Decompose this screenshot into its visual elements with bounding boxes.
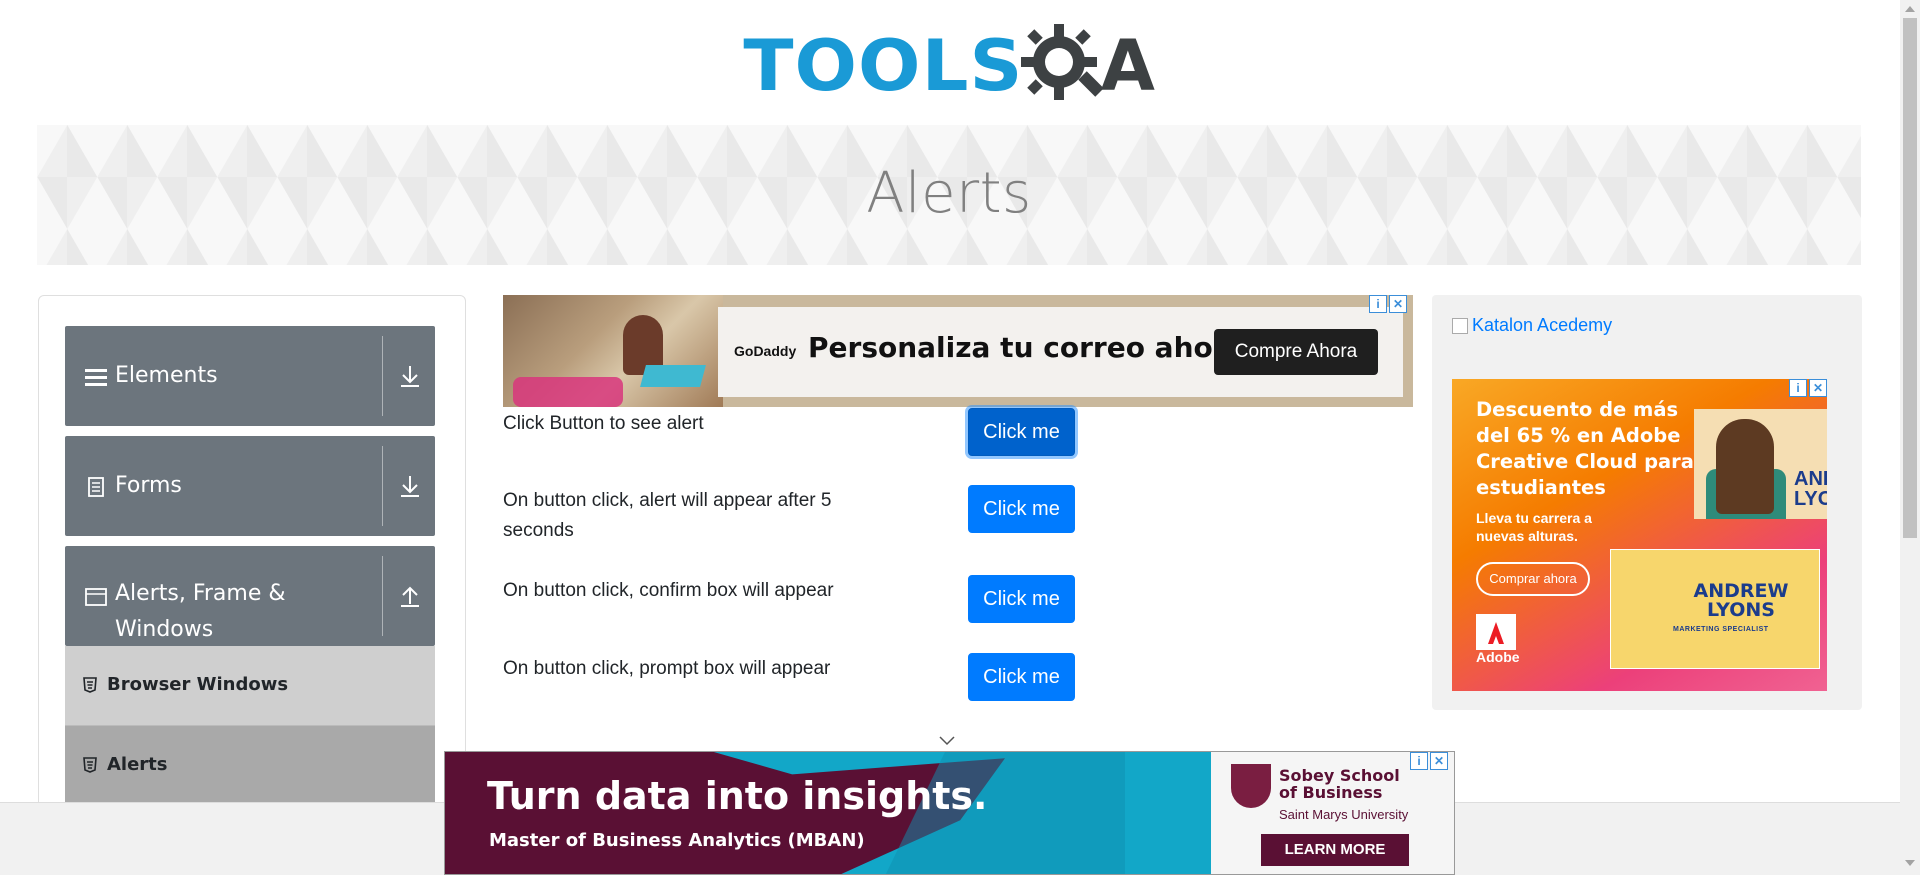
sobey-ad-banner[interactable]: Turn data into insights. Master of Busin… xyxy=(444,751,1455,875)
timer-alert-button[interactable]: Click me xyxy=(968,485,1075,533)
adobe-ad-subtext: Lleva tu carrera a nuevas alturas. xyxy=(1476,510,1592,544)
sidebar-group-alerts-frame-windows[interactable]: Alerts, Frame & Windows xyxy=(65,546,435,646)
school-name-line2: of Business xyxy=(1279,783,1383,802)
business-card-name: ANDREW LYONS xyxy=(1693,580,1789,621)
university-name: Saint Marys University xyxy=(1279,807,1409,822)
scrollbar-thumb[interactable] xyxy=(1903,18,1917,538)
sobey-crest-icon xyxy=(1231,764,1271,808)
sobey-ad-headline: Turn data into insights. xyxy=(487,774,988,818)
sidebar-item-alerts[interactable]: Alerts xyxy=(65,726,435,806)
ad-close-icon[interactable]: ✕ xyxy=(1389,295,1407,313)
adobe-logo-icon xyxy=(1476,614,1516,650)
sidebar-item-browser-windows[interactable]: Browser Windows xyxy=(65,646,435,726)
timer-alert-row-label: On button click, alert will appear after… xyxy=(503,490,832,541)
sidebar-group-forms[interactable]: Forms xyxy=(65,436,435,536)
alert-button[interactable]: Click me xyxy=(968,408,1075,456)
chevron-down-icon[interactable] xyxy=(937,733,957,747)
adobe-ad-side-name: AND LYO xyxy=(1794,468,1827,510)
godaddy-logo: GoDaddy xyxy=(734,343,797,359)
toolsqa-logo[interactable]: TOOLS A xyxy=(743,18,1155,114)
html5-icon xyxy=(83,757,97,773)
ad-headline: Personaliza tu correo ahora xyxy=(808,331,1246,364)
page-title: Alerts xyxy=(866,161,1032,226)
divider xyxy=(382,336,383,416)
right-ad-column: Katalon Acedemy Descuento de más del 65 … xyxy=(1432,295,1862,710)
sobey-school-name: Sobey School of Business xyxy=(1279,767,1400,801)
confirm-button[interactable]: Click me xyxy=(968,575,1075,623)
divider xyxy=(382,446,383,526)
ad-info-icon[interactable]: i xyxy=(1789,379,1807,397)
sidebar-item-label: Browser Windows xyxy=(107,674,289,695)
sidebar: Elements Forms Alerts, Frame & Windows B… xyxy=(38,295,466,875)
godaddy-ad-banner[interactable]: GoDaddy Personaliza tu correo ahora Comp… xyxy=(503,295,1413,407)
learn-more-button[interactable]: LEARN MORE xyxy=(1261,834,1409,866)
sidebar-group-label: Elements xyxy=(115,363,218,388)
ad-cta-button[interactable]: Compre Ahora xyxy=(1214,329,1378,375)
alert-row-label: Click Button to see alert xyxy=(503,413,704,434)
sidebar-group-label: Forms xyxy=(115,473,182,498)
ad-choices[interactable]: i ✕ xyxy=(1369,295,1407,313)
scroll-down-arrow-icon[interactable] xyxy=(1905,860,1915,866)
html5-icon xyxy=(83,677,97,693)
prompt-row-label: On button click, prompt box will appear xyxy=(503,658,831,679)
document-icon xyxy=(88,477,104,497)
ad-photo-fabric xyxy=(513,377,623,407)
logo-text-a: A xyxy=(1100,25,1155,107)
adobe-ad-headline: Descuento de más del 65 % en Adobe Creat… xyxy=(1476,398,1694,499)
ad-choices[interactable]: i ✕ xyxy=(1410,752,1448,770)
school-name-line1: Sobey School xyxy=(1279,766,1400,785)
scroll-up-arrow-icon[interactable] xyxy=(1905,6,1915,12)
adobe-brand-label: Adobe xyxy=(1476,649,1520,665)
ad-close-icon[interactable]: ✕ xyxy=(1809,379,1827,397)
sidebar-group-elements[interactable]: Elements xyxy=(65,326,435,426)
katalon-broken-image-link[interactable]: Katalon Acedemy xyxy=(1452,315,1612,336)
prompt-button[interactable]: Click me xyxy=(968,653,1075,701)
logo-text-tools: TOOLS xyxy=(743,25,1024,107)
ad-photo-laptop xyxy=(640,365,706,387)
ad-info-icon[interactable]: i xyxy=(1410,752,1428,770)
adobe-ad-business-card: ANDREW LYONS MARKETING SPECIALIST xyxy=(1610,549,1820,669)
adobe-ad[interactable]: Descuento de más del 65 % en Adobe Creat… xyxy=(1452,379,1827,691)
sobey-ad-subtext: Master of Business Analytics (MBAN) xyxy=(489,830,865,851)
page-scrollbar[interactable] xyxy=(1900,0,1920,875)
window-icon xyxy=(85,588,107,606)
confirm-row-label: On button click, confirm box will appear xyxy=(503,580,834,601)
divider xyxy=(382,556,383,636)
ad-card: GoDaddy Personaliza tu correo ahora Comp… xyxy=(718,307,1403,397)
adobe-ad-cta-button[interactable]: Comprar ahora xyxy=(1476,562,1590,596)
ad-photo-person xyxy=(1716,419,1774,514)
upload-arrow-icon xyxy=(401,586,419,607)
ad-info-icon[interactable]: i xyxy=(1369,295,1387,313)
sidebar-item-label: Alerts xyxy=(107,754,168,775)
page-banner: Alerts xyxy=(37,125,1861,265)
broken-image-icon xyxy=(1452,317,1468,334)
ad-close-icon[interactable]: ✕ xyxy=(1430,752,1448,770)
hamburger-icon xyxy=(85,369,107,386)
business-card-role: MARKETING SPECIALIST xyxy=(1673,626,1769,633)
gear-magnifier-icon xyxy=(1020,24,1104,100)
sobey-ad-brand-panel: Sobey School of Business Saint Marys Uni… xyxy=(1211,752,1454,874)
sidebar-group-label-line2: Windows xyxy=(115,617,214,642)
ad-choices[interactable]: i ✕ xyxy=(1789,379,1827,397)
sidebar-group-label: Alerts, Frame & xyxy=(115,581,286,606)
katalon-link-text[interactable]: Katalon Acedemy xyxy=(1472,315,1612,336)
download-arrow-icon xyxy=(401,366,419,387)
ad-photo xyxy=(503,295,723,407)
download-arrow-icon xyxy=(401,476,419,497)
